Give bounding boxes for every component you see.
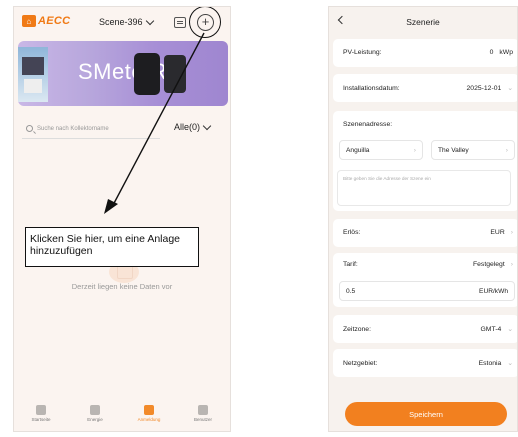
revenue-card: Erlös: EUR › <box>333 219 517 247</box>
chevron-right-icon: › <box>510 261 513 268</box>
header: Szenerie <box>329 7 517 35</box>
revenue-value: EUR <box>490 229 505 236</box>
city-value: The Valley <box>438 146 469 154</box>
chevron-right-icon: › <box>510 229 513 236</box>
tariff-value: Festgelegt <box>472 261 505 268</box>
chevron-down-icon: ⌄ <box>507 326 513 333</box>
address-input[interactable]: Bitte geben Sie die Adresse der Szene ei… <box>337 170 511 206</box>
install-date-row[interactable]: Installationsdatum: 2025-12-01 ⌄ <box>343 84 513 93</box>
chevron-down-icon: ⌄ <box>507 360 513 367</box>
address-label: Szenenadresse: <box>343 121 393 128</box>
pv-power-row[interactable]: PV-Leistung: 0 kWp <box>343 49 513 56</box>
country-value: Anguilla <box>346 146 370 154</box>
city-select[interactable]: The Valley › <box>431 140 515 160</box>
save-button[interactable]: Speichern <box>345 402 507 426</box>
install-date-card: Installationsdatum: 2025-12-01 ⌄ <box>333 74 517 102</box>
pv-power-value: 0 <box>489 49 494 56</box>
country-select[interactable]: Anguilla › <box>339 140 423 160</box>
timezone-card: Zeitzone: GMT-4 ⌄ <box>333 315 517 343</box>
grid-area-row[interactable]: Netzgebiet: Estonia ⌄ <box>343 359 513 368</box>
tariff-card: Tarif: Festgelegt › 0.5 EUR/kWh <box>333 253 517 307</box>
instruction-callout: Klicken Sie hier, um eine Anlage hinzuzu… <box>25 227 199 267</box>
grid-area-card: Netzgebiet: Estonia ⌄ <box>333 349 517 377</box>
timezone-value: GMT-4 <box>480 325 502 333</box>
chevron-down-icon: ⌄ <box>507 85 513 92</box>
scene-settings-screen: Szenerie PV-Leistung: 0 kWp Installation… <box>328 6 518 432</box>
install-date-label: Installationsdatum: <box>343 84 400 92</box>
install-date-value: 2025-12-01 <box>466 84 502 92</box>
chevron-right-icon: › <box>413 146 416 154</box>
grid-area-label: Netzgebiet: <box>343 359 378 367</box>
tariff-row[interactable]: Tarif: Festgelegt › <box>343 261 513 268</box>
address-row: Szenenadresse: <box>343 121 513 128</box>
revenue-row[interactable]: Erlös: EUR › <box>343 229 513 236</box>
pv-power-card: PV-Leistung: 0 kWp <box>333 39 517 67</box>
timezone-label: Zeitzone: <box>343 325 371 333</box>
tariff-label: Tarif: <box>343 261 358 268</box>
screenshot-stage: ⌂ AECC Scene-396 + SMete RS Suche nach K… <box>0 0 518 437</box>
price-value: 0.5 <box>346 287 356 295</box>
pv-power-unit: kWp <box>499 49 513 56</box>
page-title: Szenerie <box>406 17 440 27</box>
pv-power-label: PV-Leistung: <box>343 49 382 56</box>
price-input[interactable]: 0.5 EUR/kWh <box>339 281 515 301</box>
timezone-row[interactable]: Zeitzone: GMT-4 ⌄ <box>343 325 513 334</box>
grid-area-value: Estonia <box>478 359 502 367</box>
chevron-right-icon: › <box>505 146 508 154</box>
price-unit: EUR/kWh <box>479 287 508 295</box>
revenue-label: Erlös: <box>343 229 361 236</box>
